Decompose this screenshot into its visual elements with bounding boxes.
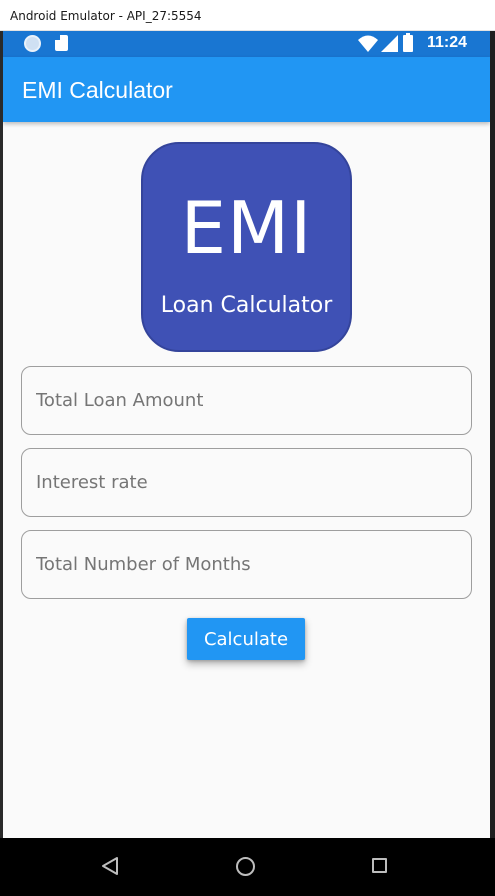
sd-card-icon xyxy=(55,35,68,51)
loan-amount-field[interactable] xyxy=(21,366,472,435)
emulator-window-title: Android Emulator - API_27:5554 xyxy=(10,9,202,23)
interest-rate-field[interactable] xyxy=(21,448,472,517)
logo-sub-text: Loan Calculator xyxy=(160,293,333,318)
app-bar: EMI Calculator xyxy=(3,57,490,122)
months-input[interactable] xyxy=(36,531,456,598)
months-field[interactable] xyxy=(21,530,472,599)
battery-icon xyxy=(403,33,413,52)
app-title: EMI Calculator xyxy=(22,77,173,103)
emi-logo: EMI Loan Calculator xyxy=(141,142,352,352)
home-icon[interactable] xyxy=(236,857,255,876)
recent-apps-icon[interactable] xyxy=(372,858,387,873)
status-time: 11:24 xyxy=(427,34,468,51)
calculate-button[interactable]: Calculate xyxy=(187,618,305,660)
record-icon xyxy=(24,35,41,52)
signal-icon xyxy=(381,35,398,52)
back-icon[interactable] xyxy=(101,856,119,876)
navigation-bar xyxy=(0,838,495,896)
emulator-title-bar: Android Emulator - API_27:5554 xyxy=(0,0,495,31)
status-bar: 11:24 xyxy=(3,31,490,57)
device-screen: 11:24 EMI Calculator EMI Loan Calculator… xyxy=(3,31,490,838)
loan-amount-input[interactable] xyxy=(36,367,456,434)
interest-rate-input[interactable] xyxy=(36,449,456,516)
emulator-frame-right xyxy=(490,31,495,838)
logo-main-text: EMI xyxy=(180,186,313,270)
wifi-icon xyxy=(358,35,378,52)
